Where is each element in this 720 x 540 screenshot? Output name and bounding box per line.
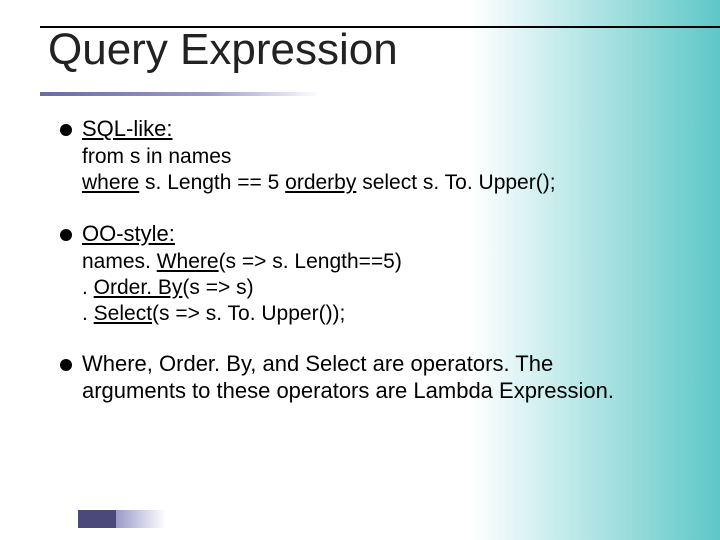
text-segment: Select [94, 302, 152, 325]
code-line: where s. Length == 5 orderby select s. T… [82, 170, 650, 196]
bullet-icon [60, 124, 72, 136]
bullet-item: SQL-like: [60, 116, 650, 142]
text-segment: s. Length == 5 [139, 171, 285, 194]
bullet-item: OO-style: [60, 221, 650, 247]
text-segment: orderby [285, 171, 356, 194]
bullet-icon [60, 359, 72, 371]
slide-content: SQL-like: from s in names where s. Lengt… [60, 110, 650, 406]
bullet-body: Where, Order. By, and Select are operato… [82, 351, 650, 404]
text-segment: names. [82, 250, 157, 273]
title-underline [40, 92, 320, 96]
text-segment: (s => s. To. Upper()); [152, 302, 345, 325]
slide-title: Query Expression [48, 26, 398, 74]
code-line: . Order. By(s => s) [82, 275, 650, 301]
text-segment: (s => s) [182, 276, 253, 299]
bullet-icon [60, 229, 72, 241]
bullet-item: Where, Order. By, and Select are operato… [60, 351, 650, 404]
code-line: from s in names [82, 144, 650, 170]
text-segment: Order. By [94, 276, 183, 299]
code-line: . Select(s => s. To. Upper()); [82, 301, 650, 327]
code-line: names. Where(s => s. Length==5) [82, 249, 650, 275]
text-segment: (s => s. Length==5) [219, 250, 402, 273]
text-segment: . [82, 302, 94, 325]
bullet-heading: SQL-like: [82, 116, 172, 142]
text-segment: Where [157, 250, 219, 273]
text-segment: from s in names [82, 145, 231, 168]
text-segment: . [82, 276, 94, 299]
text-segment: select s. To. Upper(); [356, 171, 555, 194]
bullet-heading: OO-style: [82, 221, 175, 247]
text-segment: where [82, 171, 139, 194]
footer-accent [78, 510, 148, 528]
